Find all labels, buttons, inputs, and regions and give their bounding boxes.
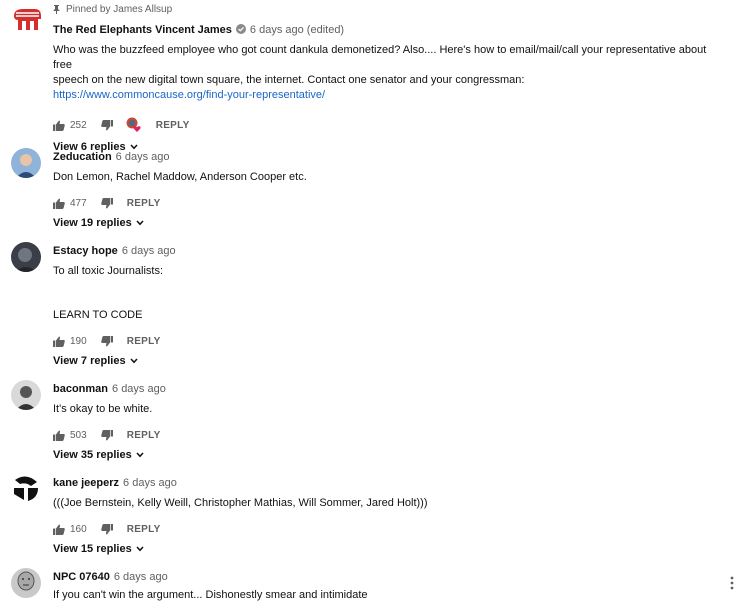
chevron-down-icon — [136, 546, 144, 552]
comment-text: To all toxic Journalists: LEARN TO CODE — [53, 264, 715, 323]
comment-author[interactable]: kane jeeperz — [53, 477, 119, 489]
avatar-image — [11, 474, 41, 504]
comment-thread: Zeducation 6 days ago Don Lemon, Rachel M… — [0, 148, 735, 229]
comment-timestamp[interactable]: 6 days ago — [114, 571, 168, 583]
view-replies-button[interactable]: View 7 replies — [53, 355, 715, 367]
pinned-text: Pinned by James Allsup — [66, 4, 173, 15]
comment-text-line: speech on the new digital town square, t… — [53, 74, 525, 86]
comment-thread: kane jeeperz 6 days ago (((Joe Bernstein,… — [0, 474, 735, 555]
thumb-down-icon[interactable] — [100, 119, 113, 131]
thumb-down-icon[interactable] — [100, 197, 113, 209]
avatar-image — [11, 568, 41, 598]
pin-icon — [53, 5, 60, 14]
like-count: 190 — [70, 335, 87, 347]
avatar[interactable] — [11, 568, 41, 598]
chevron-down-icon — [136, 220, 144, 226]
comment-text: It's okay to be white. — [53, 403, 153, 415]
comment-author[interactable]: Zeducation — [53, 151, 112, 163]
comment-timestamp[interactable]: 6 days ago — [116, 151, 170, 163]
like-count: 477 — [70, 197, 87, 209]
thumb-down-icon[interactable] — [100, 429, 113, 441]
avatar[interactable] — [11, 148, 41, 178]
comment-actions: 190 REPLY — [53, 333, 715, 349]
avatar[interactable] — [11, 380, 41, 410]
comment-text: If you can't win the argument... Dishone… — [53, 589, 368, 601]
like-count: 252 — [70, 119, 87, 131]
thumb-up-icon[interactable] — [53, 198, 65, 209]
comment-text: Don Lemon, Rachel Maddow, Anderson Coope… — [53, 171, 307, 183]
thumb-up-icon[interactable] — [53, 524, 65, 535]
view-replies-label: View 15 replies — [53, 543, 132, 555]
comment-thread: NPC 07640 6 days ago If you can't win the… — [0, 568, 735, 601]
comment-actions: 477 REPLY — [53, 195, 715, 211]
like-count: 160 — [70, 523, 87, 535]
thumb-down-icon[interactable] — [100, 523, 113, 535]
view-replies-button[interactable]: View 35 replies — [53, 449, 715, 461]
reply-button[interactable]: REPLY — [156, 120, 190, 131]
avatar-image — [11, 380, 41, 410]
comment-text-line: Who was the buzzfeed employee who got co… — [53, 44, 707, 71]
thumb-up-icon[interactable] — [53, 120, 65, 131]
comment-text: (((Joe Bernstein, Kelly Weill, Christoph… — [53, 497, 428, 509]
avatar[interactable] — [11, 6, 43, 32]
creator-heart-icon — [126, 117, 141, 132]
comment-actions: 252 REPLY — [53, 117, 715, 133]
reply-button[interactable]: REPLY — [127, 198, 161, 209]
thumb-up-icon[interactable] — [53, 336, 65, 347]
comment-timestamp[interactable]: 6 days ago — [123, 477, 177, 489]
comment-author[interactable]: The Red Elephants Vincent James — [53, 24, 232, 36]
view-replies-label: View 35 replies — [53, 449, 132, 461]
comment-text-line: LEARN TO CODE — [53, 309, 143, 321]
view-replies-button[interactable]: View 15 replies — [53, 543, 715, 555]
avatar[interactable] — [11, 242, 41, 272]
elephant-logo-icon — [14, 9, 41, 30]
view-replies-label: View 7 replies — [53, 355, 126, 367]
comment-actions: 160 REPLY — [53, 521, 715, 537]
representative-link[interactable]: https://www.commoncause.org/find-your-re… — [53, 89, 325, 101]
like-count: 503 — [70, 429, 87, 441]
more-vert-icon[interactable] — [730, 576, 734, 590]
comment-timestamp[interactable]: 6 days ago — [112, 383, 166, 395]
reply-button[interactable]: REPLY — [127, 336, 161, 347]
thumb-down-icon[interactable] — [100, 335, 113, 347]
avatar-image — [11, 148, 41, 178]
comment-thread: baconman 6 days ago It's okay to be white… — [0, 380, 735, 461]
comment-author[interactable]: Estacy hope — [53, 245, 118, 257]
view-replies-label: View 19 replies — [53, 217, 132, 229]
thumb-up-icon[interactable] — [53, 430, 65, 441]
comment-author[interactable]: baconman — [53, 383, 108, 395]
comment-timestamp[interactable]: 6 days ago (edited) — [250, 24, 344, 36]
reply-button[interactable]: REPLY — [127, 430, 161, 441]
chevron-down-icon — [136, 452, 144, 458]
comment-actions: 503 REPLY — [53, 427, 715, 443]
comment-thread: Estacy hope 6 days ago To all toxic Journ… — [0, 242, 735, 367]
comment-thread: Pinned by James Allsup The Red Elephants… — [0, 0, 735, 153]
comment-author[interactable]: NPC 07640 — [53, 571, 110, 583]
reply-button[interactable]: REPLY — [127, 524, 161, 535]
verified-icon — [235, 24, 246, 34]
avatar[interactable] — [11, 474, 41, 504]
avatar-image — [11, 242, 41, 272]
pinned-label: Pinned by James Allsup — [53, 4, 172, 15]
creator-heart — [126, 117, 142, 133]
chevron-down-icon — [130, 358, 138, 364]
view-replies-button[interactable]: View 19 replies — [53, 217, 715, 229]
comment-text: Who was the buzzfeed employee who got co… — [53, 43, 715, 103]
comment-timestamp[interactable]: 6 days ago — [122, 245, 176, 257]
comment-text-line: To all toxic Journalists: — [53, 265, 164, 277]
